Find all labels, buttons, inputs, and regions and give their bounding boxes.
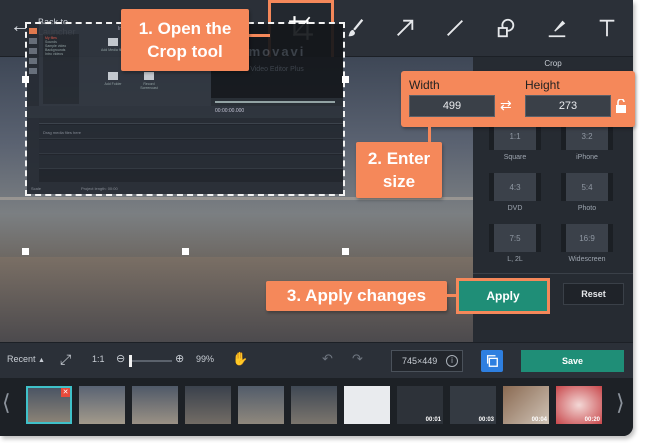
dimensions-value: 745×449 <box>402 356 438 366</box>
crop-handle[interactable] <box>182 248 189 255</box>
highlighter-icon <box>548 20 566 38</box>
brush-icon <box>348 19 364 37</box>
ratio-label: L, 2L <box>507 256 523 263</box>
crop-handle[interactable] <box>342 248 349 255</box>
width-label: Width <box>409 78 440 92</box>
filmstrip-thumbnail[interactable]: 00:01 <box>397 386 443 424</box>
clip-duration: 00:20 <box>584 417 600 423</box>
ratio-value: 4:3 <box>489 173 541 201</box>
ratio-label: Photo <box>577 205 597 212</box>
ratio-value: 16:9 <box>561 224 613 252</box>
filmstrip-thumbnail[interactable]: 00:20 <box>556 386 602 424</box>
ratio-label: iPhone <box>576 154 598 161</box>
app-root: ← Back to Launcher Impo <box>0 0 645 443</box>
arrow-diagonal-icon <box>397 19 414 36</box>
bottom-bar: Recent ▲ ⤢ 1:1 ⊖ ⊕ 99% ✋ ↶ ↷ 745×449 i Sa… <box>0 342 633 378</box>
filmstrip-thumbnail[interactable]: ✕ <box>26 386 72 424</box>
filmstrip-thumbnail[interactable] <box>185 386 231 424</box>
filmstrip-thumbnail[interactable] <box>132 386 178 424</box>
crop-panel-title: Crop <box>544 59 562 68</box>
line-tool-button[interactable] <box>438 11 472 45</box>
undo-icon[interactable]: ↶ <box>322 351 333 367</box>
filmstrip-thumbnail[interactable]: 00:04 <box>503 386 549 424</box>
lock-open-icon[interactable] <box>615 98 627 113</box>
hand-icon[interactable]: ✋ <box>232 351 248 367</box>
copy-icon <box>486 355 498 367</box>
ratio-widescreen[interactable]: 16:9 Widescreen <box>561 224 613 263</box>
crop-handle[interactable] <box>22 76 29 83</box>
actual-size-button[interactable]: 1:1 <box>92 354 105 364</box>
arrow-tool-button[interactable] <box>388 11 422 45</box>
line-icon <box>447 20 463 36</box>
ratio-label: DVD <box>507 205 523 212</box>
filmstrip-thumbnail[interactable] <box>291 386 337 424</box>
delete-icon[interactable]: ✕ <box>61 388 70 397</box>
redo-icon[interactable]: ↷ <box>352 351 363 367</box>
shapes-tool-button[interactable] <box>489 11 523 45</box>
ratio-dvd[interactable]: 4:3 DVD <box>489 173 541 212</box>
ratio-iphone[interactable]: 3:2 iPhone <box>561 122 613 161</box>
info-icon[interactable]: i <box>446 355 458 367</box>
filmstrip-thumbnail[interactable] <box>238 386 284 424</box>
save-button[interactable]: Save <box>521 350 624 372</box>
text-icon <box>599 19 615 37</box>
ratio-label: Widescreen <box>568 256 606 263</box>
scroll-left-icon[interactable]: ⟨ <box>2 390 11 416</box>
filmstrip-thumbnail[interactable]: 00:03 <box>450 386 496 424</box>
callout-enter-size: 2. Enter size <box>356 142 442 198</box>
filmstrip-thumbnail[interactable] <box>344 386 390 424</box>
fit-screen-icon[interactable]: ⤢ <box>60 351 71 368</box>
filmstrip-thumbnail[interactable] <box>79 386 125 424</box>
apply-button[interactable]: Apply <box>456 278 550 314</box>
editor-window: ← Back to Launcher Impo <box>0 0 633 436</box>
reset-button[interactable]: Reset <box>563 283 624 305</box>
size-inputs-highlight: Width Height 499 ⇄ 273 <box>401 71 635 127</box>
swap-icon[interactable]: ⇄ <box>500 97 512 114</box>
zoom-out-icon[interactable]: ⊖ <box>116 352 125 365</box>
text-tool-button[interactable] <box>590 11 624 45</box>
triangle-up-icon: ▲ <box>38 357 45 364</box>
clip-duration: 00:03 <box>478 417 494 423</box>
clip-duration: 00:01 <box>425 417 441 423</box>
zoom-slider-handle[interactable] <box>129 355 132 367</box>
ratio-value: 5:4 <box>561 173 613 201</box>
recent-label: Recent <box>7 354 36 364</box>
callout-apply-changes: 3. Apply changes <box>266 281 447 311</box>
clip-duration: 00:04 <box>531 417 547 423</box>
scroll-right-icon[interactable]: ⟩ <box>616 390 625 416</box>
ratio-photo[interactable]: 5:4 Photo <box>561 173 613 212</box>
ratio-value: 7:5 <box>489 224 541 252</box>
zoom-slider[interactable] <box>129 355 172 367</box>
shapes-icon <box>497 18 515 38</box>
highlighter-tool-button[interactable] <box>540 11 574 45</box>
zoom-level: 99% <box>196 354 215 364</box>
crop-handle[interactable] <box>22 248 29 255</box>
callout-connector <box>248 34 270 37</box>
height-label: Height <box>525 78 560 92</box>
ratio-label: Square <box>503 154 527 161</box>
zoom-in-icon[interactable]: ⊕ <box>175 352 184 365</box>
copy-to-clipboard-button[interactable] <box>481 350 503 372</box>
crop-handle[interactable] <box>342 76 349 83</box>
callout-open-crop: 1. Open the Crop tool <box>121 9 249 71</box>
recent-filmstrip: ⟨ ⟩ ✕ 00:01 00:03 00:04 00:20 <box>0 378 633 436</box>
dimensions-readout: 745×449 i <box>391 350 463 372</box>
panel-divider <box>473 273 633 274</box>
width-input[interactable]: 499 <box>409 95 495 117</box>
ratio-l2l[interactable]: 7:5 L, 2L <box>489 224 541 263</box>
height-input[interactable]: 273 <box>525 95 611 117</box>
ratio-square[interactable]: 1:1 Square <box>489 122 541 161</box>
recent-dropdown[interactable]: Recent ▲ <box>7 354 45 364</box>
